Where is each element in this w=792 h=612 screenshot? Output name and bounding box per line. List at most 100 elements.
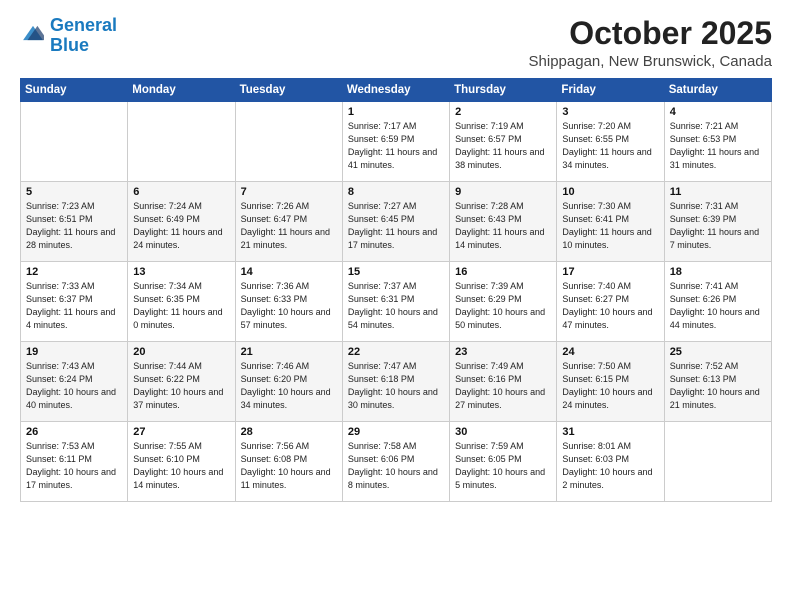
calendar-cell: 18 Sunrise: 7:41 AMSunset: 6:26 PMDayligh… (664, 262, 771, 342)
cell-info: Sunrise: 7:53 AMSunset: 6:11 PMDaylight:… (26, 440, 122, 492)
cell-day-number: 27 (133, 426, 229, 438)
cell-day-number: 10 (562, 186, 658, 198)
day-header-thursday: Thursday (450, 79, 557, 102)
cell-day-number: 19 (26, 346, 122, 358)
cell-day-number: 9 (455, 186, 551, 198)
cell-info: Sunrise: 7:41 AMSunset: 6:26 PMDaylight:… (670, 280, 766, 332)
cell-day-number: 6 (133, 186, 229, 198)
calendar-cell: 25 Sunrise: 7:52 AMSunset: 6:13 PMDayligh… (664, 342, 771, 422)
cell-day-number: 8 (348, 186, 444, 198)
calendar-cell: 2Sunrise: 7:19 AMSunset: 6:57 PMDaylight… (450, 102, 557, 182)
cell-day-number: 11 (670, 186, 766, 198)
calendar-cell: 7 Sunrise: 7:26 AMSunset: 6:47 PMDaylight… (235, 182, 342, 262)
cell-day-number: 24 (562, 346, 658, 358)
cell-day-number: 4 (670, 106, 766, 118)
calendar-cell: 11 Sunrise: 7:31 AMSunset: 6:39 PMDayligh… (664, 182, 771, 262)
cell-day-number: 13 (133, 266, 229, 278)
cell-day-number: 12 (26, 266, 122, 278)
cell-info: Sunrise: 7:46 AMSunset: 6:20 PMDaylight:… (241, 360, 337, 412)
calendar-subtitle: Shippagan, New Brunswick, Canada (529, 53, 772, 70)
cell-day-number: 17 (562, 266, 658, 278)
cell-info: Sunrise: 7:55 AMSunset: 6:10 PMDaylight:… (133, 440, 229, 492)
calendar-cell: 9 Sunrise: 7:28 AMSunset: 6:43 PMDaylight… (450, 182, 557, 262)
cell-info: Sunrise: 7:52 AMSunset: 6:13 PMDaylight:… (670, 360, 766, 412)
title-block: October 2025 Shippagan, New Brunswick, C… (529, 16, 772, 70)
day-header-tuesday: Tuesday (235, 79, 342, 102)
cell-day-number: 25 (670, 346, 766, 358)
calendar-cell: 1 Sunrise: 7:17 AMSunset: 6:59 PMDaylight… (342, 102, 449, 182)
cell-info: Sunrise: 7:31 AMSunset: 6:39 PMDaylight:… (670, 200, 766, 252)
calendar-cell (664, 422, 771, 502)
cell-day-number: 30 (455, 426, 551, 438)
cell-info: Sunrise: 7:47 AMSunset: 6:18 PMDaylight:… (348, 360, 444, 412)
calendar-cell: 12 Sunrise: 7:33 AMSunset: 6:37 PMDayligh… (21, 262, 128, 342)
calendar-cell: 19 Sunrise: 7:43 AMSunset: 6:24 PMDayligh… (21, 342, 128, 422)
cell-info: Sunrise: 7:36 AMSunset: 6:33 PMDaylight:… (241, 280, 337, 332)
cell-info: Sunrise: 7:59 AMSunset: 6:05 PMDaylight:… (455, 440, 551, 492)
day-header-wednesday: Wednesday (342, 79, 449, 102)
logo: General Blue (20, 16, 117, 56)
cell-info: Sunrise: 7:58 AMSunset: 6:06 PMDaylight:… (348, 440, 444, 492)
cell-day-number: 7 (241, 186, 337, 198)
calendar-cell: 3 Sunrise: 7:20 AMSunset: 6:55 PMDaylight… (557, 102, 664, 182)
calendar-title: October 2025 (529, 16, 772, 51)
calendar-cell: 21Sunrise: 7:46 AMSunset: 6:20 PMDayligh… (235, 342, 342, 422)
calendar-cell: 20Sunrise: 7:44 AMSunset: 6:22 PMDayligh… (128, 342, 235, 422)
cell-day-number: 29 (348, 426, 444, 438)
cell-day-number: 18 (670, 266, 766, 278)
cell-day-number: 14 (241, 266, 337, 278)
calendar-cell: 30 Sunrise: 7:59 AMSunset: 6:05 PMDayligh… (450, 422, 557, 502)
cell-day-number: 1 (348, 106, 444, 118)
cell-day-number: 16 (455, 266, 551, 278)
calendar-cell (128, 102, 235, 182)
header: General Blue October 2025 Shippagan, New… (20, 16, 772, 70)
calendar-cell: 8 Sunrise: 7:27 AMSunset: 6:45 PMDaylight… (342, 182, 449, 262)
calendar-cell: 31 Sunrise: 8:01 AMSunset: 6:03 PMDayligh… (557, 422, 664, 502)
calendar-cell: 15 Sunrise: 7:37 AMSunset: 6:31 PMDayligh… (342, 262, 449, 342)
calendar-cell: 24Sunrise: 7:50 AMSunset: 6:15 PMDayligh… (557, 342, 664, 422)
cell-day-number: 26 (26, 426, 122, 438)
cell-day-number: 15 (348, 266, 444, 278)
calendar-cell: 28 Sunrise: 7:56 AMSunset: 6:08 PMDayligh… (235, 422, 342, 502)
calendar-cell: 29 Sunrise: 7:58 AMSunset: 6:06 PMDayligh… (342, 422, 449, 502)
logo-icon (22, 22, 44, 44)
calendar-cell: 27 Sunrise: 7:55 AMSunset: 6:10 PMDayligh… (128, 422, 235, 502)
calendar-cell: 26 Sunrise: 7:53 AMSunset: 6:11 PMDayligh… (21, 422, 128, 502)
cell-info: Sunrise: 7:33 AMSunset: 6:37 PMDaylight:… (26, 280, 122, 332)
cell-info: Sunrise: 7:40 AMSunset: 6:27 PMDaylight:… (562, 280, 658, 332)
cell-info: Sunrise: 7:17 AMSunset: 6:59 PMDaylight:… (348, 120, 444, 172)
cell-info: Sunrise: 7:43 AMSunset: 6:24 PMDaylight:… (26, 360, 122, 412)
cell-info: Sunrise: 7:44 AMSunset: 6:22 PMDaylight:… (133, 360, 229, 412)
calendar-cell: 6 Sunrise: 7:24 AMSunset: 6:49 PMDaylight… (128, 182, 235, 262)
cell-info: Sunrise: 8:01 AMSunset: 6:03 PMDaylight:… (562, 440, 658, 492)
logo-text: General Blue (50, 16, 117, 56)
calendar-cell: 4 Sunrise: 7:21 AMSunset: 6:53 PMDaylight… (664, 102, 771, 182)
cell-day-number: 2 (455, 106, 551, 118)
calendar-table: SundayMondayTuesdayWednesdayThursdayFrid… (20, 78, 772, 502)
cell-day-number: 28 (241, 426, 337, 438)
calendar-cell (21, 102, 128, 182)
cell-info: Sunrise: 7:24 AMSunset: 6:49 PMDaylight:… (133, 200, 229, 252)
cell-info: Sunrise: 7:49 AMSunset: 6:16 PMDaylight:… (455, 360, 551, 412)
cell-day-number: 3 (562, 106, 658, 118)
calendar-cell: 14 Sunrise: 7:36 AMSunset: 6:33 PMDayligh… (235, 262, 342, 342)
day-header-saturday: Saturday (664, 79, 771, 102)
cell-info: Sunrise: 7:39 AMSunset: 6:29 PMDaylight:… (455, 280, 551, 332)
cell-day-number: 23 (455, 346, 551, 358)
cell-info: Sunrise: 7:56 AMSunset: 6:08 PMDaylight:… (241, 440, 337, 492)
calendar-cell: 13 Sunrise: 7:34 AMSunset: 6:35 PMDayligh… (128, 262, 235, 342)
calendar-cell: 5Sunrise: 7:23 AMSunset: 6:51 PMDaylight… (21, 182, 128, 262)
calendar-cell: 23 Sunrise: 7:49 AMSunset: 6:16 PMDayligh… (450, 342, 557, 422)
cell-day-number: 31 (562, 426, 658, 438)
cell-info: Sunrise: 7:37 AMSunset: 6:31 PMDaylight:… (348, 280, 444, 332)
calendar-cell (235, 102, 342, 182)
day-header-friday: Friday (557, 79, 664, 102)
cell-info: Sunrise: 7:20 AMSunset: 6:55 PMDaylight:… (562, 120, 658, 172)
cell-info: Sunrise: 7:34 AMSunset: 6:35 PMDaylight:… (133, 280, 229, 332)
cell-day-number: 5 (26, 186, 122, 198)
cell-info: Sunrise: 7:28 AMSunset: 6:43 PMDaylight:… (455, 200, 551, 252)
cell-info: Sunrise: 7:27 AMSunset: 6:45 PMDaylight:… (348, 200, 444, 252)
calendar-cell: 22Sunrise: 7:47 AMSunset: 6:18 PMDayligh… (342, 342, 449, 422)
cell-info: Sunrise: 7:21 AMSunset: 6:53 PMDaylight:… (670, 120, 766, 172)
cell-info: Sunrise: 7:26 AMSunset: 6:47 PMDaylight:… (241, 200, 337, 252)
